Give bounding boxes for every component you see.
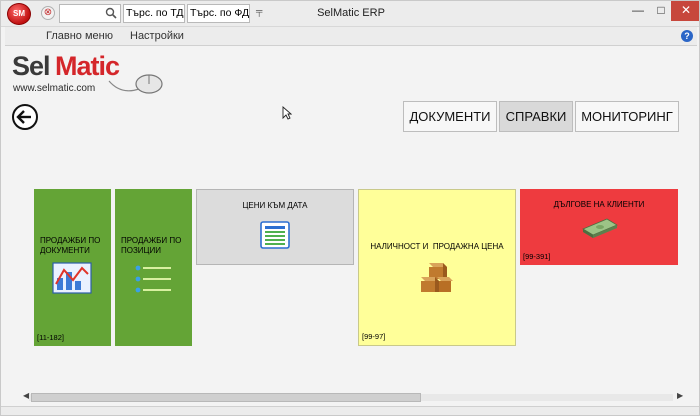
close-button[interactable]: ✕: [671, 1, 699, 21]
minimize-button[interactable]: —: [625, 1, 651, 21]
maximize-button[interactable]: □: [651, 1, 671, 21]
tile-label: ПРОДАЖБИ ПО ПОЗИЦИИ: [121, 236, 182, 255]
scrollbar-thumb[interactable]: [31, 393, 421, 402]
search-input[interactable]: [60, 7, 104, 24]
boxes-icon: [421, 263, 453, 292]
help-icon[interactable]: ?: [681, 30, 693, 42]
menu-bar: Главно меню Настройки ?: [5, 27, 697, 46]
search-icon[interactable]: [105, 7, 117, 19]
document-icon: [260, 221, 290, 249]
tile-label: ЦЕНИ КЪМ ДАТА: [242, 201, 308, 210]
quick-access-dropdown-icon[interactable]: ╤: [256, 6, 262, 16]
tile-sales-by-positions[interactable]: ПРОДАЖБИ ПО ПОЗИЦИИ: [115, 189, 192, 346]
mouse-icon: [108, 74, 163, 94]
tile-label: НАЛИЧНОСТ и ПРОДАЖНА ЦЕНА: [370, 242, 504, 251]
back-button[interactable]: [12, 104, 38, 130]
brand-url: www.selmatic.com: [13, 83, 96, 94]
tab-documents[interactable]: ДОКУМЕНТИ: [403, 101, 497, 132]
status-bar: [1, 406, 699, 415]
horizontal-scrollbar[interactable]: ◀ ▶: [15, 390, 687, 404]
tile-code: [99-97]: [362, 332, 386, 341]
app-logo-icon[interactable]: SM: [7, 3, 31, 25]
tile-customer-debts[interactable]: ДЪЛГОВЕ НА КЛИЕНТИ [99-391]: [520, 189, 678, 265]
arrow-left-icon: [16, 110, 31, 124]
menu-settings[interactable]: Настройки: [130, 30, 184, 42]
search-box[interactable]: [59, 4, 121, 24]
tile-stock-and-price[interactable]: НАЛИЧНОСТ и ПРОДАЖНА ЦЕНА [99-97]: [358, 189, 516, 346]
tile-code: [11-182]: [37, 333, 64, 342]
tile-prices-to-date[interactable]: ЦЕНИ КЪМ ДАТА: [196, 189, 354, 265]
tab-reports[interactable]: СПРАВКИ: [499, 101, 573, 132]
chart-icon: [52, 262, 92, 294]
menu-main[interactable]: Главно меню: [46, 30, 113, 42]
search-by-fd-button[interactable]: Търс. по ФД: [187, 4, 250, 23]
list-icon: [135, 265, 171, 293]
tile-code: [99-391]: [523, 252, 551, 261]
tile-sales-by-documents[interactable]: ПРОДАЖБИ ПО ДОКУМЕНТИ [11-182]: [34, 189, 111, 346]
tile-label: ПРОДАЖБИ ПО ДОКУМЕНТИ: [40, 236, 101, 255]
search-by-td-button[interactable]: Търс. по ТД: [123, 4, 185, 23]
mouse-cursor-icon: [282, 106, 292, 120]
tile-label: ДЪЛГОВЕ НА КЛИЕНТИ: [553, 200, 645, 209]
tab-monitoring[interactable]: МОНИТОРИНГ: [575, 101, 679, 132]
brand-sel-text: Sel: [12, 51, 51, 81]
main-window: SM ⊗ Търс. по ТД Търс. по ФД ╤ SelMatic …: [0, 0, 700, 416]
title-bar: SM ⊗ Търс. по ТД Търс. по ФД ╤ SelMatic …: [1, 1, 699, 27]
scroll-right-icon[interactable]: ▶: [677, 391, 683, 400]
brand-logo: Sel Matic www.selmatic.com: [11, 51, 171, 99]
clear-search-icon[interactable]: ⊗: [41, 6, 55, 20]
money-icon: [582, 218, 618, 238]
